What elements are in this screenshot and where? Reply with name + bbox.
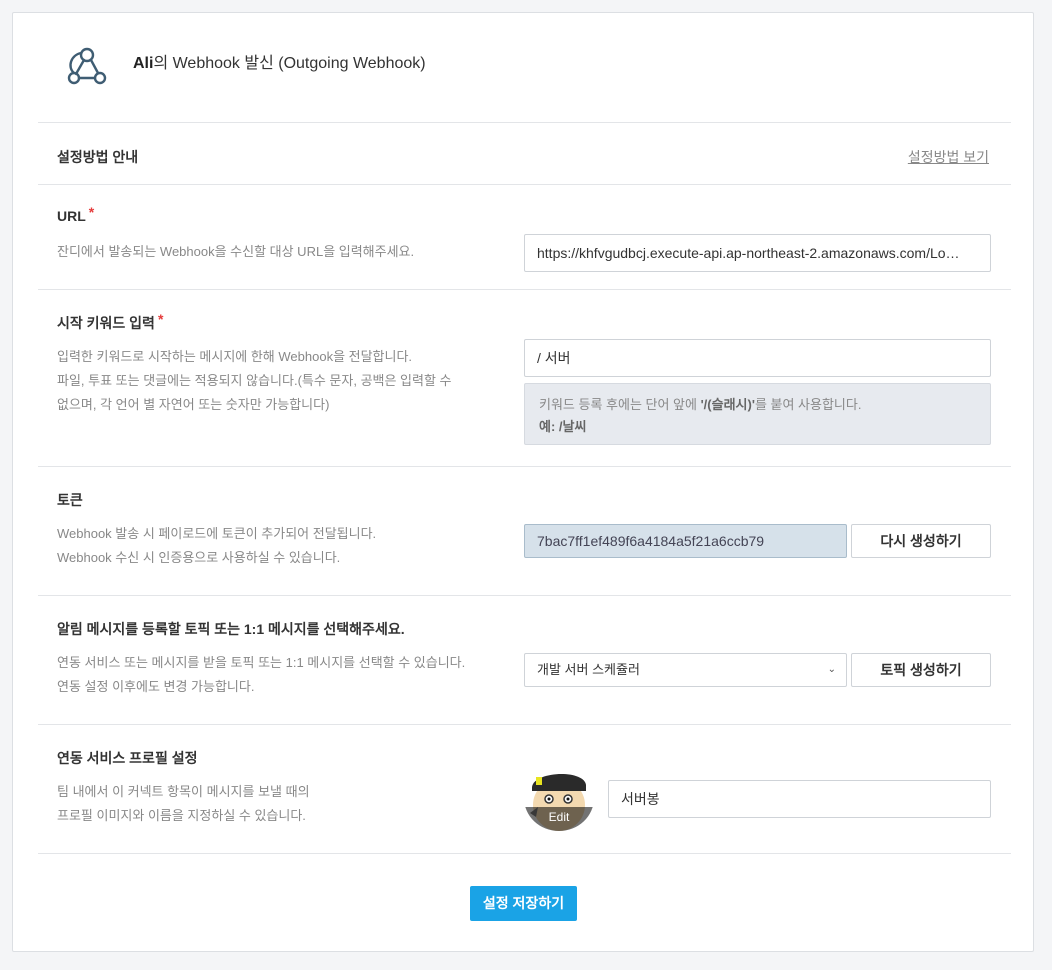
note-bold: '/(슬래시)'	[700, 397, 755, 412]
keyword-description: 입력한 키워드로 시작하는 메시지에 한해 Webhook을 전달합니다. 파일…	[57, 345, 452, 417]
keyword-desc-line: 없으며, 각 언어 별 자연어 또는 숫자만 가능합니다)	[57, 397, 330, 412]
token-desc-line: Webhook 발송 시 페이로드에 토큰이 추가되어 전달됩니다.	[57, 526, 377, 541]
token-desc-line: Webhook 수신 시 인증용으로 사용하실 수 있습니다.	[57, 550, 341, 565]
keyword-note: 키워드 등록 후에는 단어 앞에 '/(슬래시)'를 붙여 사용합니다. 예: …	[524, 383, 991, 445]
keyword-input[interactable]: / 서버	[524, 339, 991, 377]
token-description: Webhook 발송 시 페이로드에 토큰이 추가되어 전달됩니다. Webho…	[57, 522, 376, 570]
topic-desc-line: 연동 서비스 또는 메시지를 받을 토픽 또는 1:1 메시지를 선택할 수 있…	[57, 655, 466, 670]
divider	[38, 595, 1011, 596]
regenerate-token-button[interactable]: 다시 생성하기	[851, 524, 991, 558]
title-suffix: 의 Webhook 발신 (Outgoing Webhook)	[153, 55, 426, 72]
profile-name-input[interactable]: 서버봉	[608, 780, 991, 818]
header: Ali의 Webhook 발신 (Outgoing Webhook)	[13, 13, 1033, 123]
required-mark: *	[88, 204, 95, 220]
page-title: Ali의 Webhook 발신 (Outgoing Webhook)	[133, 49, 426, 73]
url-title: URL *	[57, 204, 94, 224]
profile-desc-line: 프로필 이미지와 이름을 지정하실 수 있습니다.	[57, 808, 306, 823]
token-title: 토큰	[57, 492, 83, 508]
create-topic-button[interactable]: 토픽 생성하기	[851, 653, 991, 687]
note-suffix: 를 붙여 사용합니다.	[754, 397, 862, 412]
profile-desc-line: 팀 내에서 이 커넥트 항목이 메시지를 보낼 때의	[57, 784, 310, 799]
user-name: Ali	[133, 55, 154, 72]
keyword-note-line: 키워드 등록 후에는 단어 앞에 '/(슬래시)'를 붙여 사용합니다.	[539, 394, 976, 416]
divider	[38, 184, 1011, 185]
note-example: 예: /날씨	[539, 419, 587, 434]
keyword-desc-line: 파일, 투표 또는 댓글에는 적용되지 않습니다.(특수 문자, 공백은 입력할…	[57, 373, 452, 388]
keyword-title-text: 시작 키워드 입력	[57, 315, 155, 331]
url-input[interactable]: https://khfvgudbcj.execute-api.ap-northe…	[524, 234, 991, 272]
keyword-desc-line: 입력한 키워드로 시작하는 메시지에 한해 Webhook을 전달합니다.	[57, 349, 413, 364]
divider	[38, 724, 1011, 725]
topic-selected-value: 개발 서버 스케쥴러	[537, 662, 640, 677]
chevron-down-icon: ⌄	[827, 664, 836, 675]
url-description: 잔디에서 발송되는 Webhook을 수신할 대상 URL을 입력해주세요.	[57, 244, 415, 259]
view-guide-link[interactable]: 설정방법 보기	[908, 147, 989, 167]
topic-description: 연동 서비스 또는 메시지를 받을 토픽 또는 1:1 메시지를 선택할 수 있…	[57, 651, 465, 699]
save-settings-button[interactable]: 설정 저장하기	[470, 886, 577, 921]
keyword-title: 시작 키워드 입력 *	[57, 311, 164, 333]
divider	[38, 289, 1011, 290]
divider	[38, 466, 1011, 467]
keyword-note-example: 예: /날씨	[539, 416, 976, 438]
required-mark: *	[157, 311, 164, 327]
guide-title: 설정방법 안내	[57, 149, 139, 165]
avatar-edit-label: Edit	[524, 807, 594, 831]
topic-select[interactable]: 개발 서버 스케쥴러 ⌄	[524, 653, 847, 687]
topic-desc-line: 연동 설정 이후에도 변경 가능합니다.	[57, 679, 255, 694]
topic-title: 알림 메시지를 등록할 토픽 또는 1:1 메시지를 선택해주세요.	[57, 621, 405, 637]
token-field[interactable]: 7bac7ff1ef489f6a4184a5f21a6ccb79	[524, 524, 847, 558]
profile-title: 연동 서비스 프로필 설정	[57, 750, 198, 766]
profile-avatar[interactable]: Edit	[524, 765, 594, 831]
note-prefix: 키워드 등록 후에는 단어 앞에	[539, 397, 701, 412]
webhook-settings-card: Ali의 Webhook 발신 (Outgoing Webhook) 설정방법 …	[12, 12, 1034, 952]
url-title-text: URL	[57, 208, 86, 224]
webhook-icon	[67, 47, 107, 85]
profile-description: 팀 내에서 이 커넥트 항목이 메시지를 보낼 때의 프로필 이미지와 이름을 …	[57, 780, 310, 828]
divider	[38, 853, 1011, 854]
divider	[38, 122, 1011, 123]
